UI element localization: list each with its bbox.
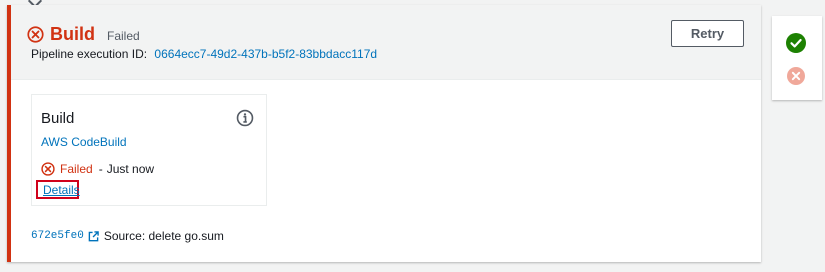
status-separator: - (98, 162, 103, 176)
action-status-row: Failed - Just now (41, 162, 154, 176)
status-time: Just now (106, 162, 155, 176)
stage-status: Failed (107, 28, 140, 43)
stage-title: Build (50, 24, 95, 44)
error-circle-icon (41, 162, 55, 176)
retry-button[interactable]: Retry (671, 20, 744, 47)
check-circle-icon[interactable] (786, 33, 806, 53)
action-status: Failed (60, 162, 93, 176)
external-link-icon[interactable] (88, 230, 99, 242)
action-name: Build (41, 110, 75, 127)
source-message: Source: delete go.sum (103, 229, 224, 243)
stage-header: Build Failed Pipeline execution ID: 0664… (11, 5, 761, 80)
commit-id-link[interactable]: 672e5fe0 (31, 230, 84, 242)
info-icon[interactable] (236, 109, 254, 127)
stage-title-row: Build Failed (27, 24, 140, 44)
details-highlight-box: Details (36, 180, 80, 199)
execution-id-link[interactable]: 0664ecc7-49d2-437b-b5f2-83bbdacc117d (154, 47, 377, 61)
stage-status-panel (772, 16, 822, 100)
error-circle-icon (27, 25, 44, 43)
x-circle-icon[interactable] (787, 67, 805, 85)
execution-id-row: Pipeline execution ID: 0664ecc7-49d2-437… (31, 47, 377, 61)
details-link[interactable]: Details (43, 183, 80, 197)
source-revision-row: 672e5fe0 Source: delete go.sum (31, 229, 224, 243)
action-card: Build AWS CodeBuild Failed - Just now De… (31, 94, 267, 206)
stage-build: Build Failed Pipeline execution ID: 0664… (7, 5, 761, 262)
provider-link[interactable]: AWS CodeBuild (41, 135, 127, 149)
execution-id-label: Pipeline execution ID: (31, 47, 148, 61)
